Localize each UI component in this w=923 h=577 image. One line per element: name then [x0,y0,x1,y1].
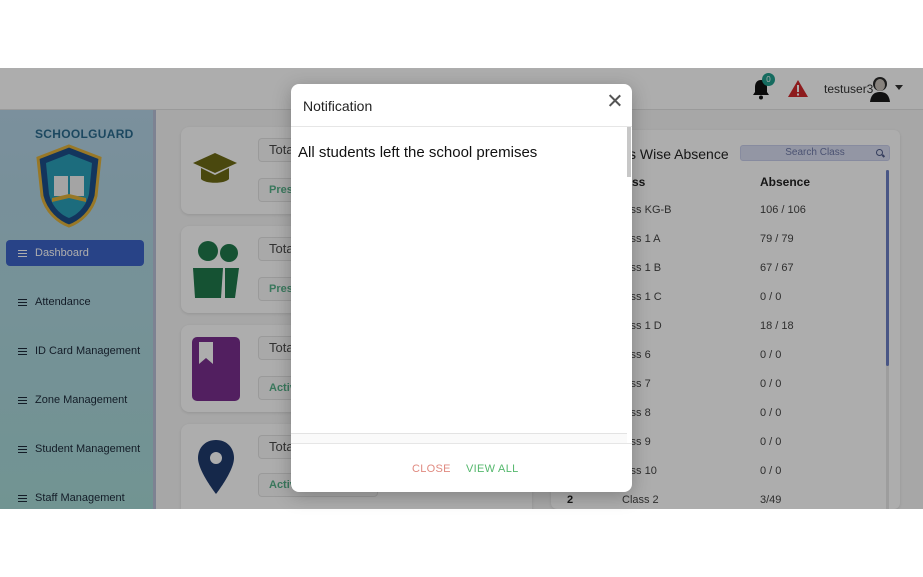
view-all-button[interactable]: VIEW ALL [466,463,519,475]
scrollbar[interactable] [627,127,631,177]
modal-footer: CLOSE VIEW ALL [291,445,632,492]
notification-modal: Notification All students left the schoo… [291,84,632,492]
close-button[interactable]: CLOSE [412,463,451,475]
horizontal-scrollbar[interactable] [291,433,627,443]
modal-body: All students left the school premises [291,127,632,444]
close-icon[interactable] [609,94,621,106]
notification-message: All students left the school premises [298,144,538,161]
modal-title: Notification [303,98,373,114]
